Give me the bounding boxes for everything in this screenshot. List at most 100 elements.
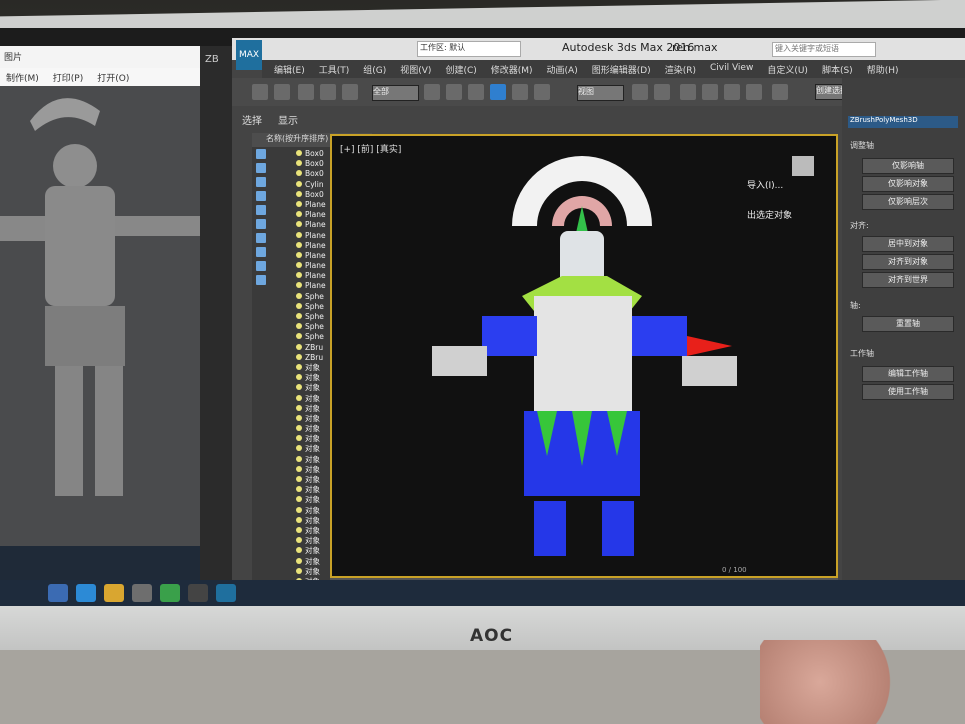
viewer-menu-item[interactable]: 打印(P) — [53, 71, 83, 84]
menu-item[interactable]: 工具(T) — [319, 63, 350, 76]
unlink-icon[interactable] — [320, 84, 336, 100]
visibility-bulb-icon[interactable] — [296, 241, 302, 248]
menu-item[interactable]: 视图(V) — [400, 63, 431, 76]
visibility-bulb-icon[interactable] — [296, 567, 302, 574]
center-to-object-button[interactable]: 居中到对象 — [862, 236, 954, 252]
select-by-name-icon[interactable] — [446, 84, 462, 100]
visibility-bulb-icon[interactable] — [296, 282, 302, 289]
visibility-bulb-icon[interactable] — [296, 445, 302, 452]
filter-icon[interactable] — [256, 163, 266, 173]
visibility-bulb-icon[interactable] — [296, 455, 302, 462]
front-viewport[interactable]: [+] [前] [真实] 0 / 100 — [330, 134, 838, 578]
visibility-bulb-icon[interactable] — [296, 486, 302, 493]
edit-named-sel-icon[interactable] — [772, 84, 788, 100]
visibility-bulb-icon[interactable] — [296, 323, 302, 330]
detach-button[interactable]: 出选定对象 — [747, 208, 792, 221]
start-icon[interactable] — [48, 584, 68, 602]
viewport-label[interactable]: [+] [前] [真实] — [340, 142, 401, 155]
menu-item[interactable]: 脚本(S) — [822, 63, 853, 76]
viewcube-icon[interactable] — [792, 156, 814, 176]
move-icon[interactable] — [490, 84, 506, 100]
filter-icon[interactable] — [256, 219, 266, 229]
max-app-button[interactable]: MAX — [236, 40, 262, 70]
visibility-bulb-icon[interactable] — [296, 302, 302, 309]
visibility-bulb-icon[interactable] — [296, 180, 302, 187]
filter-icon[interactable] — [256, 261, 266, 271]
redo-icon[interactable] — [274, 84, 290, 100]
filter-icon[interactable] — [256, 191, 266, 201]
affect-hierarchy-button[interactable]: 仅影响层次 — [862, 194, 954, 210]
filter-icon[interactable] — [256, 233, 266, 243]
edit-working-pivot-button[interactable]: 编辑工作轴 — [862, 366, 954, 382]
visibility-bulb-icon[interactable] — [296, 516, 302, 523]
menu-item[interactable]: 修改器(M) — [491, 63, 533, 76]
visibility-bulb-icon[interactable] — [296, 547, 302, 554]
visibility-bulb-icon[interactable] — [296, 333, 302, 340]
explorer-icon[interactable] — [104, 584, 124, 602]
visibility-bulb-icon[interactable] — [296, 496, 302, 503]
menu-item[interactable]: 自定义(U) — [767, 63, 808, 76]
visibility-bulb-icon[interactable] — [296, 425, 302, 432]
visibility-bulb-icon[interactable] — [296, 394, 302, 401]
visibility-bulb-icon[interactable] — [296, 404, 302, 411]
filter-icon[interactable] — [256, 205, 266, 215]
visibility-bulb-icon[interactable] — [296, 313, 302, 319]
visibility-bulb-icon[interactable] — [296, 262, 302, 269]
zbrush-window-edge[interactable] — [200, 46, 232, 591]
menu-item[interactable]: 帮助(H) — [867, 63, 899, 76]
filter-icon[interactable] — [256, 149, 266, 159]
visibility-bulb-icon[interactable] — [296, 465, 302, 472]
visibility-bulb-icon[interactable] — [296, 476, 302, 482]
spinner-snap-icon[interactable] — [746, 84, 762, 100]
menu-item[interactable]: Civil View — [710, 63, 753, 75]
visibility-bulb-icon[interactable] — [296, 384, 302, 391]
object-name-field[interactable]: ZBrushPolyMesh3D — [848, 116, 958, 128]
app-icon[interactable] — [132, 584, 152, 602]
reference-coord-dropdown[interactable]: 视图 — [577, 85, 624, 101]
import-button[interactable]: 导入(I)... — [747, 178, 783, 191]
filter-icon[interactable] — [256, 247, 266, 257]
filter-icon[interactable] — [256, 275, 266, 285]
visibility-bulb-icon[interactable] — [296, 414, 302, 421]
filter-icon[interactable] — [256, 177, 266, 187]
app-icon[interactable] — [188, 584, 208, 602]
max-taskbar-icon[interactable] — [216, 584, 236, 602]
align-to-world-button[interactable]: 对齐到世界 — [862, 272, 954, 288]
manipulate-icon[interactable] — [654, 84, 670, 100]
viewer-menu-item[interactable]: 制作(M) — [6, 71, 39, 84]
visibility-bulb-icon[interactable] — [296, 353, 302, 360]
reset-pivot-button[interactable]: 重置轴 — [862, 316, 954, 332]
menu-item[interactable]: 图形编辑器(D) — [592, 63, 651, 76]
visibility-bulb-icon[interactable] — [296, 374, 302, 381]
affect-object-button[interactable]: 仅影响对象 — [862, 176, 954, 192]
scale-icon[interactable] — [534, 84, 550, 100]
visibility-bulb-icon[interactable] — [296, 231, 302, 238]
use-working-pivot-button[interactable]: 使用工作轴 — [862, 384, 954, 400]
visibility-bulb-icon[interactable] — [296, 221, 302, 228]
selection-filter-dropdown[interactable]: 全部 — [372, 85, 419, 101]
visibility-bulb-icon[interactable] — [296, 211, 302, 218]
viewer-menu-item[interactable]: 打开(O) — [97, 71, 129, 84]
visibility-bulb-icon[interactable] — [296, 363, 302, 370]
menu-item[interactable]: 组(G) — [363, 63, 386, 76]
visibility-bulb-icon[interactable] — [296, 251, 302, 258]
angle-snap-icon[interactable] — [702, 84, 718, 100]
pivot-icon[interactable] — [632, 84, 648, 100]
rollout-head[interactable]: 工作轴 — [850, 348, 958, 358]
select-icon[interactable] — [424, 84, 440, 100]
tab-display[interactable]: 显示 — [278, 112, 298, 127]
visibility-bulb-icon[interactable] — [296, 526, 302, 533]
align-to-object-button[interactable]: 对齐到对象 — [862, 254, 954, 270]
percent-snap-icon[interactable] — [724, 84, 740, 100]
search-input[interactable]: 键入关键字或短语 — [772, 42, 876, 57]
rotate-icon[interactable] — [512, 84, 528, 100]
affect-pivot-button[interactable]: 仅影响轴 — [862, 158, 954, 174]
visibility-bulb-icon[interactable] — [296, 343, 302, 350]
undo-icon[interactable] — [252, 84, 268, 100]
menu-item[interactable]: 编辑(E) — [274, 63, 305, 76]
visibility-bulb-icon[interactable] — [296, 506, 302, 513]
visibility-bulb-icon[interactable] — [296, 150, 302, 156]
visibility-bulb-icon[interactable] — [296, 435, 302, 442]
region-select-icon[interactable] — [468, 84, 484, 100]
visibility-bulb-icon[interactable] — [296, 190, 302, 197]
